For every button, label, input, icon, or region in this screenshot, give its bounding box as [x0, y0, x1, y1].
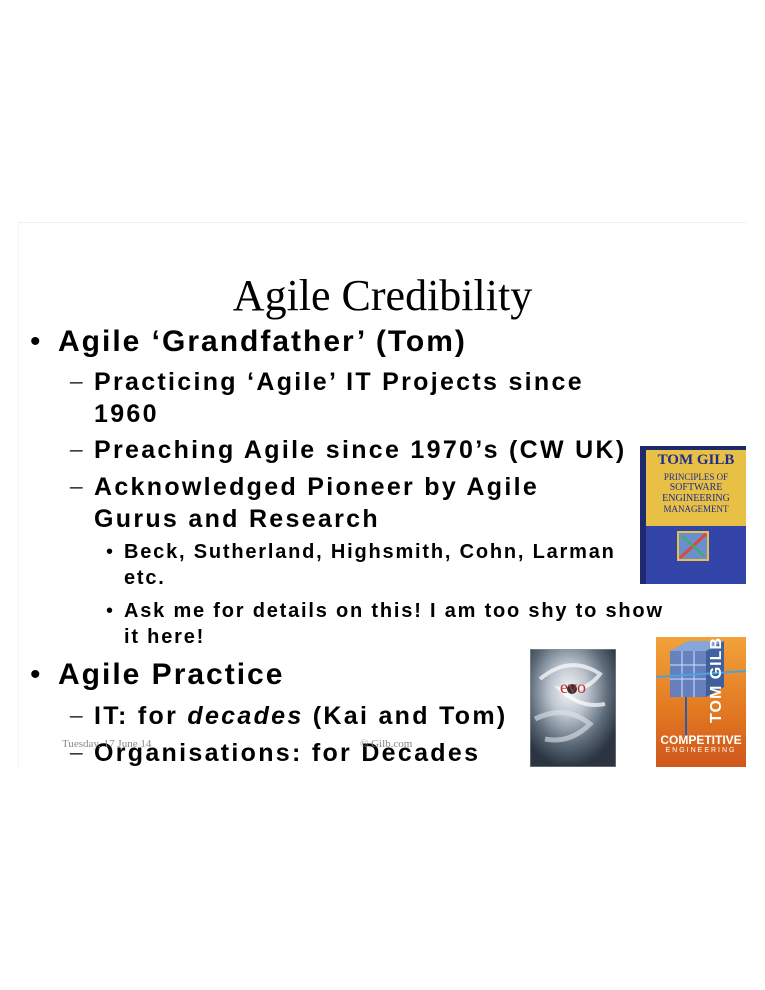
sub-sub-bullet-gurus: • Beck, Sutherland, Highsmith, Cohn, Lar…: [106, 539, 616, 591]
slide-title: Agile Credibility: [232, 271, 533, 320]
bullet-text: Agile Practice: [58, 658, 285, 691]
bullet-icon: •: [30, 658, 43, 691]
bullet-icon: •: [30, 325, 43, 358]
dash-icon: –: [70, 368, 85, 395]
book-principles-text: TOM GILB PRINCIPLES OF SOFTWARE ENGINEER…: [648, 452, 744, 514]
sub-sub-bullet-text: Beck, Sutherland, Highsmith, Cohn, Larma…: [124, 541, 616, 589]
book-principles-author: TOM GILB: [657, 452, 735, 468]
bullet-agile-grandfather: • Agile ‘Grandfather’ (Tom): [30, 325, 467, 359]
book-evo-title: evo: [560, 677, 586, 697]
it-prefix: IT: for: [94, 702, 188, 730]
book-evo-art: [530, 649, 616, 767]
footer-copyright: © Gilb.com: [360, 738, 413, 750]
book-cover-competitive: TOM GILB COMPETITIVE ENGINEERING: [656, 637, 746, 767]
dash-icon: –: [70, 473, 85, 500]
book-principles-title-1: PRINCIPLES OF: [663, 472, 729, 482]
footer-date: Tuesday, 17 June 14: [62, 738, 152, 750]
bullet-icon: •: [106, 541, 115, 563]
sub-bullet-text: Acknowledged Pioneer by Agile Gurus and …: [94, 473, 540, 533]
book-principles-title-3: ENGINEERING: [662, 493, 730, 504]
book-cover-evo: evo: [530, 649, 616, 767]
sub-bullet-text: Preaching Agile since 1970’s (CW UK): [94, 436, 627, 464]
book-cover-principles: TOM GILB PRINCIPLES OF SOFTWARE ENGINEER…: [640, 446, 746, 584]
book-competitive-author: TOM GILB: [708, 637, 726, 723]
book-principles-title-4: MANAGEMENT: [663, 504, 729, 514]
book-competitive-subtitle: ENGINEERING: [665, 747, 737, 754]
sub-sub-bullet-text: Ask me for details on this! I am too shy…: [124, 600, 664, 648]
book-competitive-title: COMPETITIVE: [660, 733, 742, 747]
it-suffix: (Kai and Tom): [303, 702, 508, 730]
bullet-icon: •: [106, 600, 115, 622]
sub-bullet-practicing: – Practicing ‘Agile’ IT Projects since 1…: [70, 366, 650, 430]
bullet-text: Agile ‘Grandfather’ (Tom): [58, 325, 467, 358]
sub-bullet-text: Practicing ‘Agile’ IT Projects since 196…: [94, 368, 584, 428]
sub-sub-bullet-ask: • Ask me for details on this! I am too s…: [106, 598, 686, 650]
dash-icon: –: [70, 702, 85, 729]
sub-bullet-preaching: – Preaching Agile since 1970’s (CW UK): [70, 434, 650, 466]
dash-icon: –: [70, 436, 85, 463]
decades-emphasis: decades: [187, 702, 304, 730]
book-principles-title-2: SOFTWARE: [669, 482, 723, 493]
sub-bullet-pioneer: – Acknowledged Pioneer by Agile Gurus an…: [70, 471, 575, 535]
bullet-agile-practice: • Agile Practice: [30, 658, 284, 692]
